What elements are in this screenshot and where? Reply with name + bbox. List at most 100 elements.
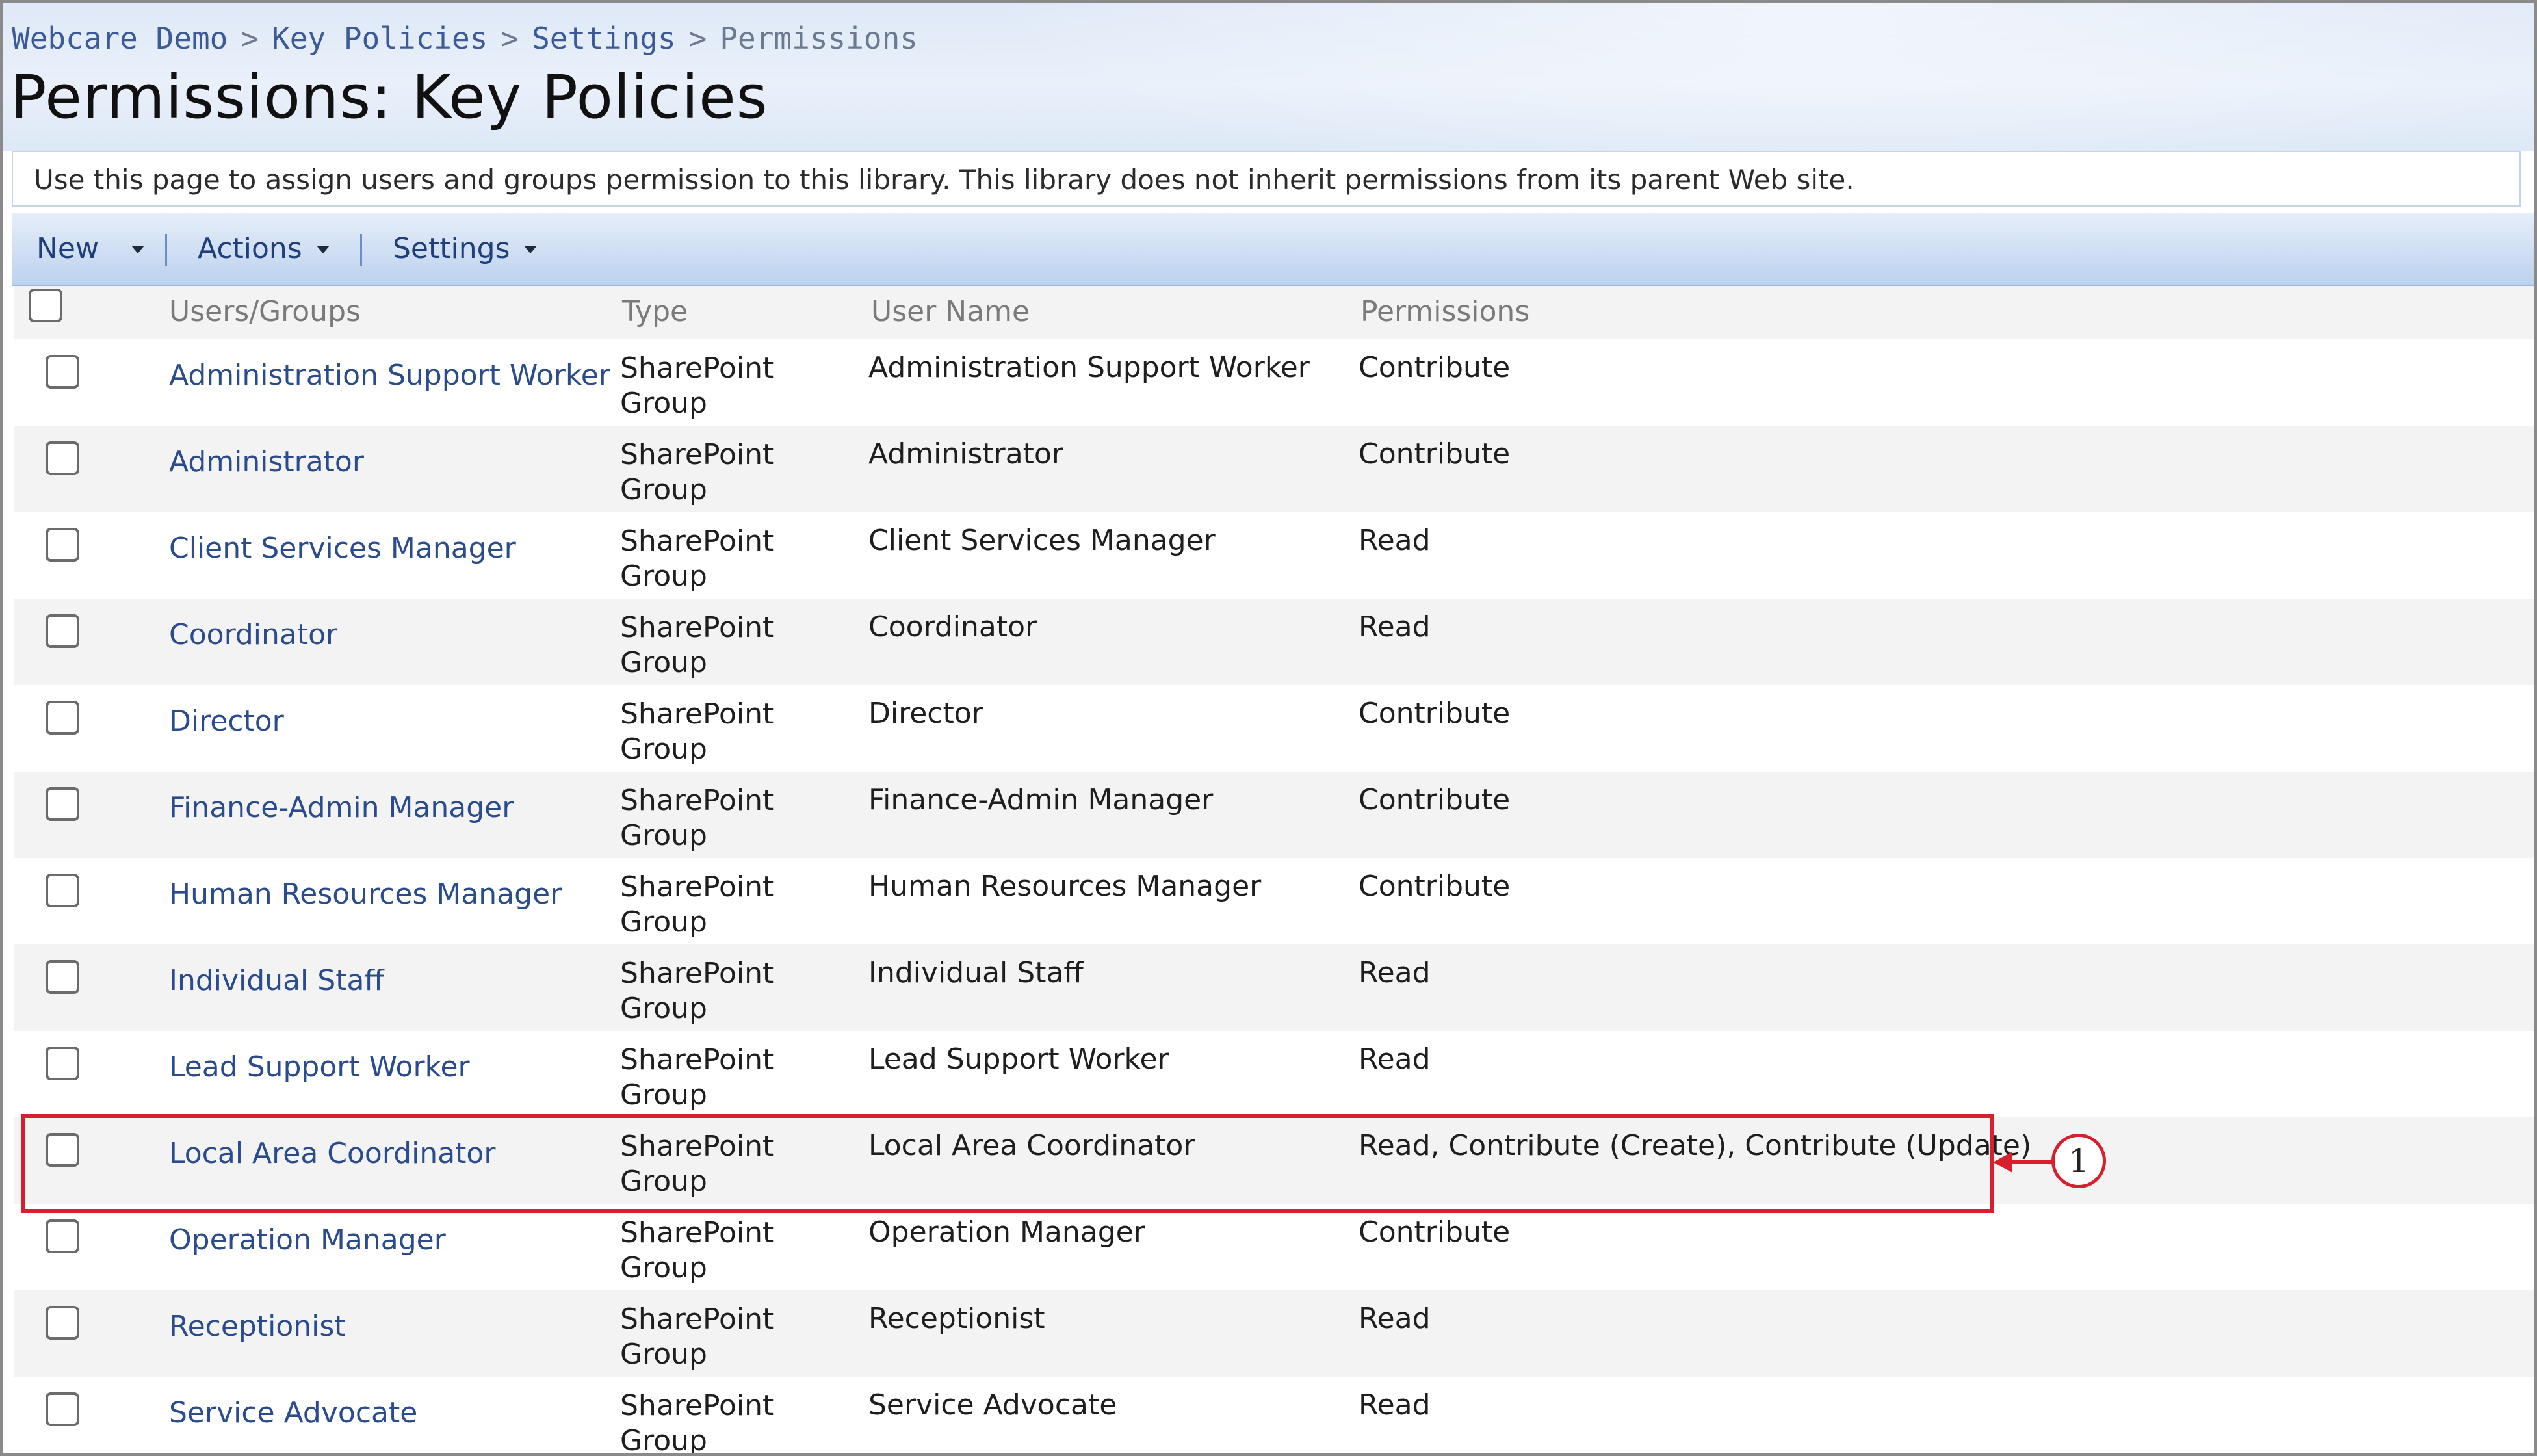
settings-menu-label: Settings [393,231,510,265]
column-header-users-groups[interactable]: Users/Groups [169,295,361,328]
permissions-cell: Read [1359,610,1431,644]
type-line: Group [620,819,707,852]
type-line: SharePoint [620,957,774,990]
row-checkbox[interactable] [46,701,79,734]
table-row: Administrator SharePoint Group Administrato… [14,426,2534,512]
user-group-link[interactable]: Finance-Admin Manager [169,791,514,824]
row-checkbox[interactable] [46,614,79,648]
type-cell: SharePoint Group [620,1216,828,1286]
table-row: Finance-Admin Manager SharePoint Group Fina… [14,772,2534,858]
permissions-cell: Contribute [1359,697,1511,730]
row-checkbox[interactable] [46,1219,79,1253]
user-group-link[interactable]: Receptionist [169,1310,346,1343]
table-row: Director SharePoint Group Director Contribut… [14,685,2534,772]
user-group-link[interactable]: Human Resources Manager [169,878,562,911]
row-checkbox[interactable] [46,1306,79,1340]
table-row: Lead Support Worker SharePoint Group Lead S… [14,1031,2534,1117]
type-line: Group [620,1251,707,1284]
row-checkbox[interactable] [46,528,79,562]
type-line: SharePoint [620,1389,774,1422]
callout-number-badge: 1 [2051,1134,2106,1188]
type-cell: SharePoint Group [620,351,828,421]
user-group-link[interactable]: Director [169,705,284,738]
column-header-type[interactable]: Type [622,295,688,328]
user-group-link[interactable]: Administrator [169,445,364,478]
column-header-permissions[interactable]: Permissions [1360,295,1529,328]
user-name-cell: Lead Support Worker [868,1043,1169,1076]
table-row: Client Services Manager SharePoint Group Cl… [14,512,2534,599]
user-name-cell: Administrator [868,437,1063,471]
permissions-cell: Read [1359,524,1431,557]
user-group-link[interactable]: Service Advocate [169,1396,417,1429]
row-checkbox[interactable] [46,960,79,994]
user-name-cell: Coordinator [868,610,1037,644]
permissions-cell: Read [1359,1043,1431,1076]
user-name-cell: Operation Manager [868,1216,1145,1249]
type-line: Group [620,1078,707,1112]
user-group-link[interactable]: Lead Support Worker [169,1050,470,1084]
breadcrumb-link-settings[interactable]: Settings [532,21,676,56]
user-name-cell: Director [868,697,983,730]
type-line: Group [620,646,707,679]
row-checkbox[interactable] [46,1392,79,1426]
type-cell: SharePoint Group [620,437,828,508]
permissions-cell: Read [1359,1388,1431,1422]
permissions-page: Webcare Demo > Key Policies > Settings > Permi… [0,0,2537,1456]
type-cell: SharePoint Group [620,697,828,767]
permissions-cell: Contribute [1359,870,1511,903]
user-group-link[interactable]: Administration Support Worker [169,359,610,392]
settings-menu-button[interactable]: Settings [393,230,538,266]
column-header-user-name[interactable]: User Name [871,295,1030,328]
row-checkbox[interactable] [46,1133,79,1167]
permissions-cell: Read [1359,956,1431,989]
user-name-cell: Service Advocate [868,1388,1117,1422]
user-name-cell: Human Resources Manager [868,870,1262,903]
breadcrumb-link-library[interactable]: Key Policies [272,21,488,56]
row-checkbox[interactable] [46,874,79,907]
permissions-cell: Contribute [1359,437,1511,471]
select-all-checkbox[interactable] [29,289,62,322]
breadcrumb-current: Permissions [720,21,918,56]
table-row: Receptionist SharePoint Group Receptionist R… [14,1290,2534,1377]
row-checkbox[interactable] [46,441,79,475]
user-group-link[interactable]: Individual Staff [169,964,384,997]
type-line: SharePoint [620,1216,774,1249]
row-checkbox[interactable] [46,355,79,389]
table-row: Coordinator SharePoint Group Coordinator Rea… [14,599,2534,685]
type-line: SharePoint [620,525,774,558]
actions-menu-button[interactable]: Actions [198,230,330,266]
user-name-cell: Client Services Manager [868,524,1216,557]
user-group-link[interactable]: Operation Manager [169,1223,446,1256]
type-line: Group [620,387,707,420]
type-cell: SharePoint Group [620,783,828,853]
user-name-cell: Receptionist [868,1302,1045,1335]
type-cell: SharePoint Group [620,1302,828,1372]
row-checkbox[interactable] [46,787,79,821]
breadcrumb-link-site[interactable]: Webcare Demo [12,21,228,56]
table-body: Administration Support Worker SharePoint G… [14,339,2534,1456]
callout-arrow-line [2007,1160,2053,1164]
breadcrumb-separator: > [688,21,707,56]
header-decoration [974,3,2534,151]
row-checkbox[interactable] [46,1046,79,1080]
table-row: Service Advocate SharePoint Group Service A… [14,1377,2534,1456]
new-menu-button[interactable]: New [36,230,144,266]
breadcrumb-separator: > [241,21,259,56]
type-cell: SharePoint Group [620,1388,828,1456]
type-cell: SharePoint Group [620,610,828,681]
type-cell: SharePoint Group [620,870,828,940]
user-group-link[interactable]: Client Services Manager [169,532,516,565]
type-line: SharePoint [620,697,774,731]
type-line: SharePoint [620,1043,774,1076]
page-title: Permissions: Key Policies [10,62,768,132]
user-group-link[interactable]: Coordinator [169,618,337,651]
type-line: Group [620,560,707,593]
table-header-row: Users/Groups Type User Name Permissions [14,286,2534,339]
type-cell: SharePoint Group [620,524,828,594]
type-line: Group [620,473,707,506]
user-group-link[interactable]: Local Area Coordinator [169,1137,495,1170]
type-line: Group [620,1424,707,1456]
page-header: Webcare Demo > Key Policies > Settings > Permi… [3,3,2534,151]
type-line: SharePoint [620,438,774,471]
description-text: Use this page to assign users and groups… [34,164,1854,196]
